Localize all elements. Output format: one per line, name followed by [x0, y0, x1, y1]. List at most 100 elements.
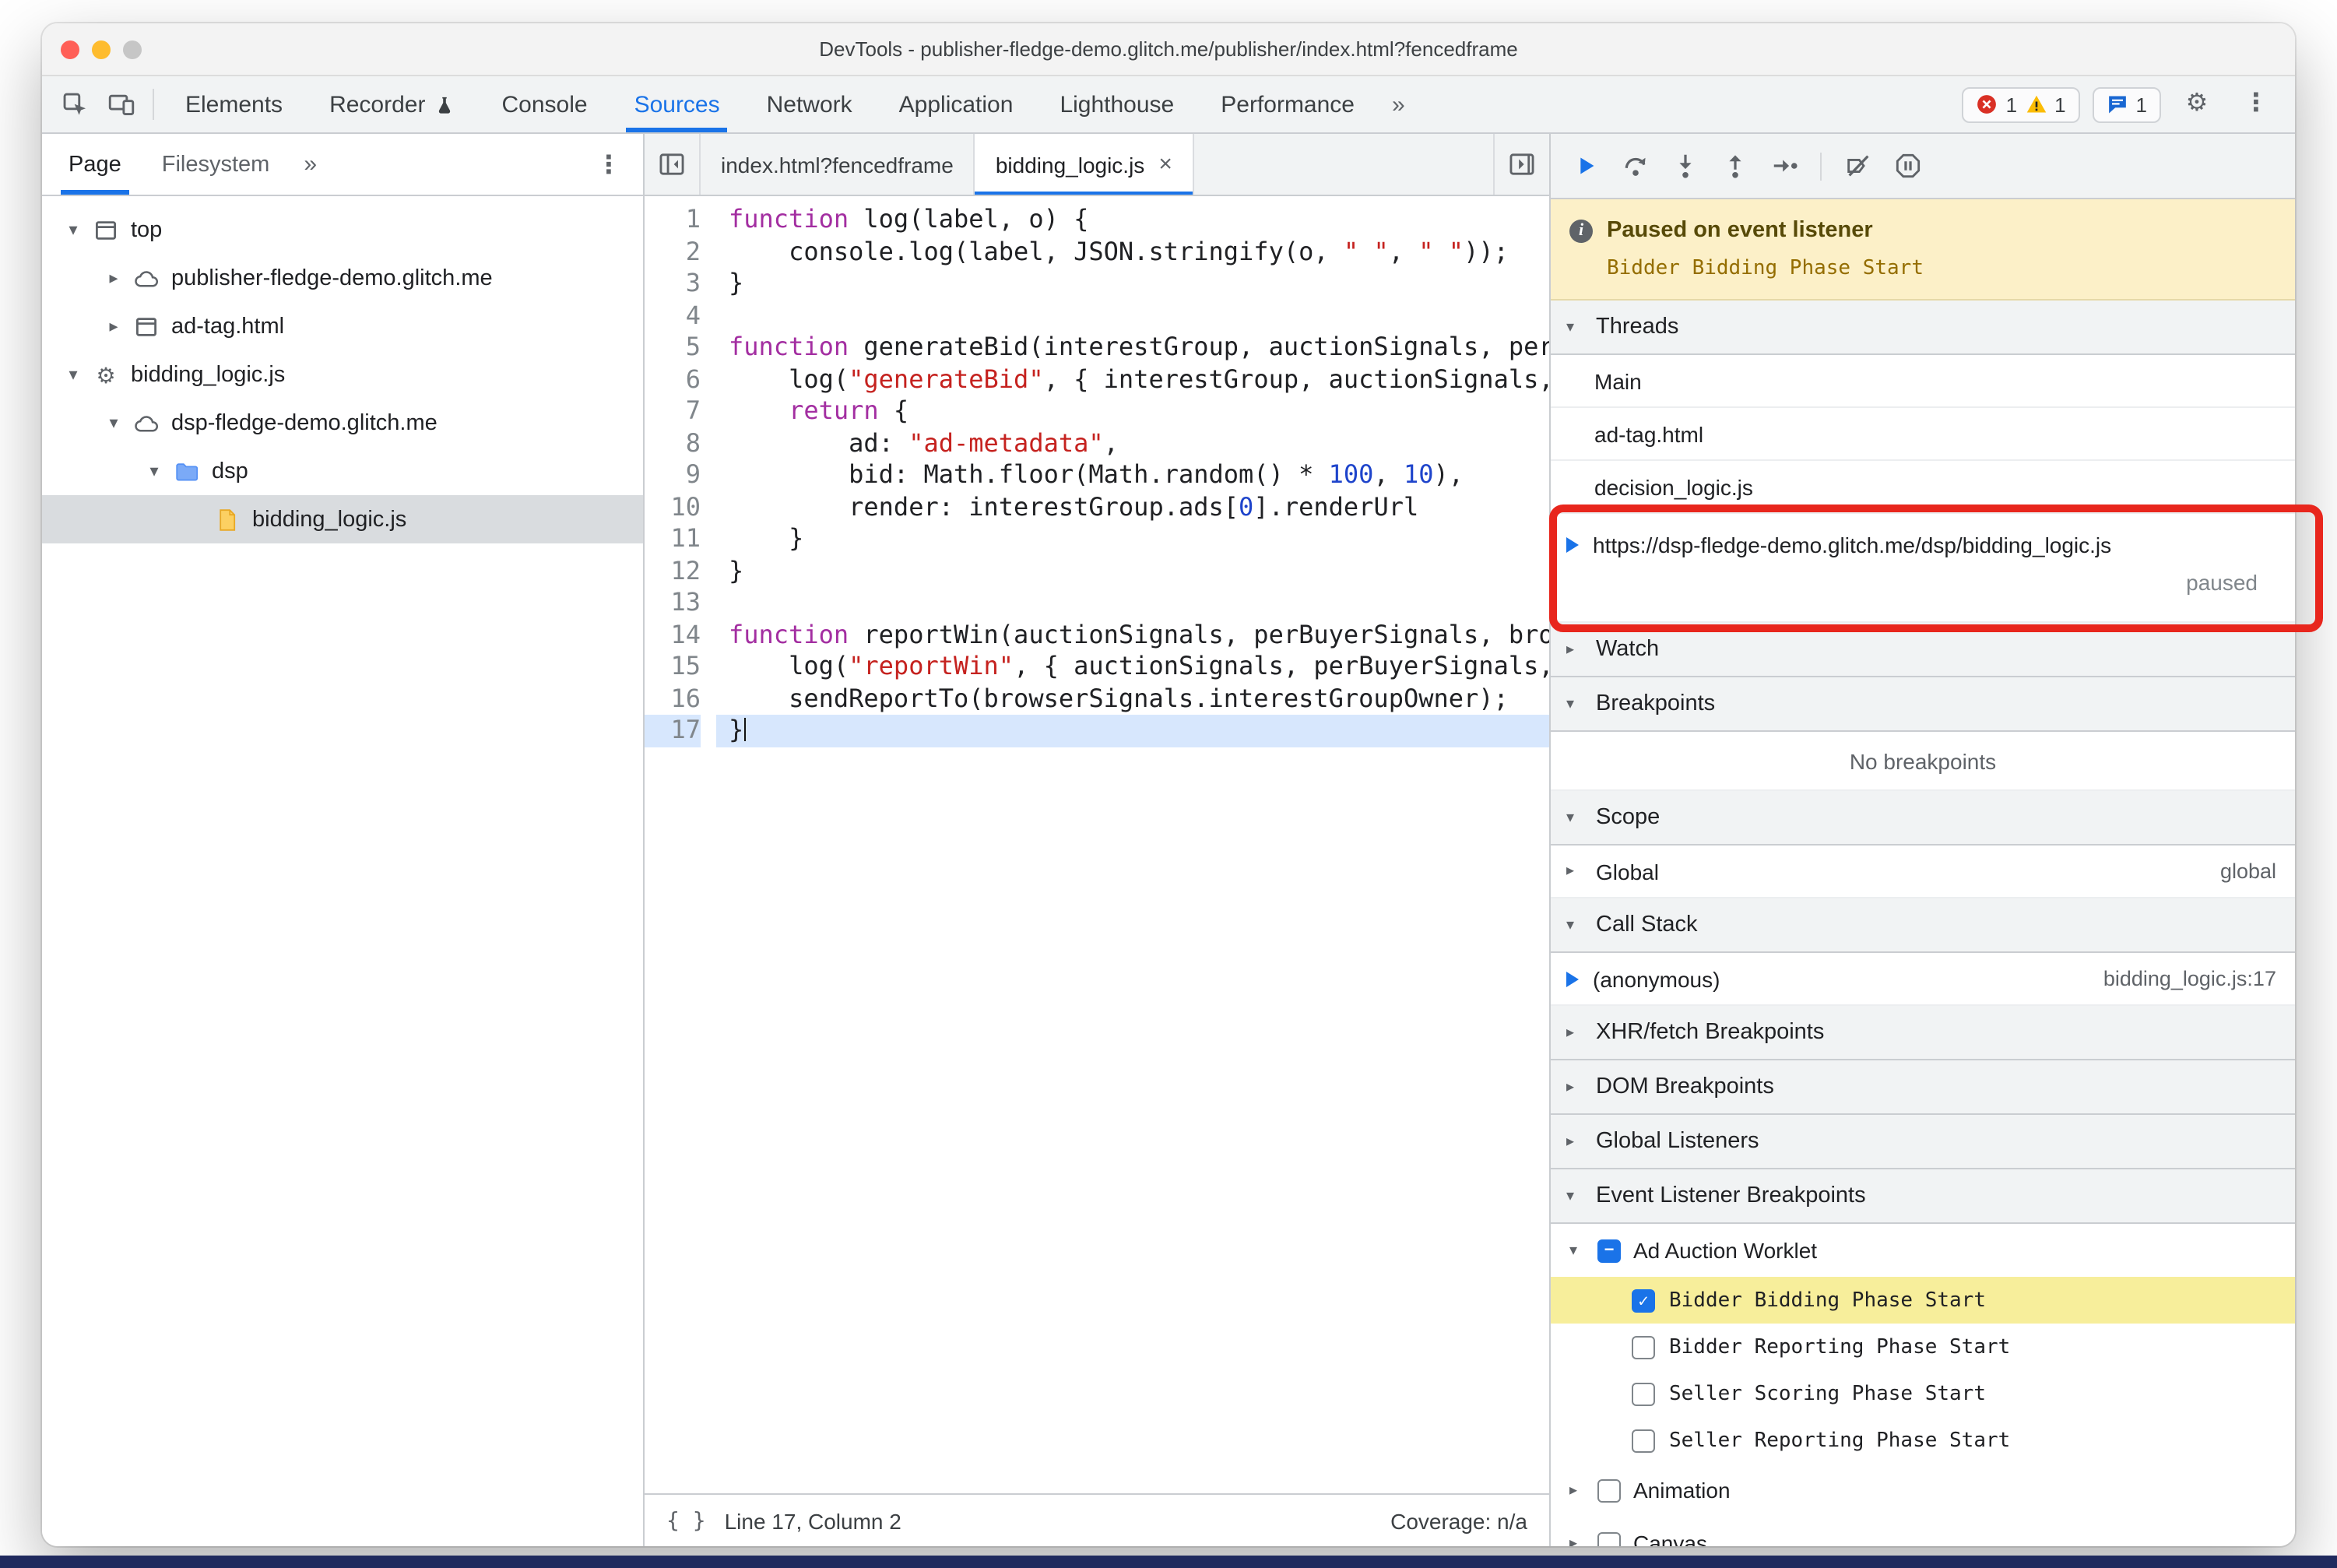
- event-group-ad-auction-worklet[interactable]: ▾ − Ad Auction Worklet: [1551, 1224, 2295, 1277]
- minimize-window-button[interactable]: [92, 40, 111, 58]
- section-header-global-listeners[interactable]: ▸ Global Listeners: [1551, 1115, 2295, 1169]
- code-line-15[interactable]: log("reportWin", { auctionSignals, perBu…: [716, 651, 1549, 683]
- tab-network[interactable]: Network: [743, 76, 876, 132]
- gutter-line-13[interactable]: 13: [645, 587, 701, 619]
- zoom-window-button[interactable]: [123, 40, 142, 58]
- code-line-9[interactable]: bid: Math.floor(Math.random() * 100, 10)…: [716, 459, 1549, 491]
- gutter-line-2[interactable]: 2: [645, 236, 701, 268]
- checkbox-unchecked[interactable]: [1597, 1531, 1621, 1546]
- tab-performance[interactable]: Performance: [1197, 76, 1378, 132]
- more-panels-icon[interactable]: »: [1378, 76, 1419, 132]
- checkbox-checked[interactable]: ✓: [1632, 1289, 1655, 1312]
- disclosure-expanded-icon[interactable]: ▾: [101, 413, 126, 433]
- gutter-line-17[interactable]: 17: [645, 715, 701, 747]
- tab-sources[interactable]: Sources: [611, 76, 743, 132]
- code-line-11[interactable]: }: [716, 523, 1549, 555]
- issues-button[interactable]: 1: [2092, 86, 2161, 122]
- tab-console[interactable]: Console: [478, 76, 610, 132]
- pause-on-exceptions-icon[interactable]: [1885, 144, 1929, 188]
- thread-item-ad-tag-html[interactable]: ad-tag.html: [1551, 408, 2295, 461]
- resume-icon[interactable]: [1563, 144, 1607, 188]
- gutter-line-1[interactable]: 1: [645, 204, 701, 236]
- navigator-tab-page[interactable]: Page: [48, 134, 142, 195]
- gutter-line-5[interactable]: 5: [645, 332, 701, 364]
- code-line-10[interactable]: render: interestGroup.ads[0].renderUrl: [716, 491, 1549, 523]
- section-header-xhr-fetch-breakpoints[interactable]: ▸ XHR/fetch Breakpoints: [1551, 1006, 2295, 1060]
- checkbox-unchecked[interactable]: [1632, 1429, 1655, 1452]
- step-over-icon[interactable]: [1613, 144, 1657, 188]
- section-header-scope[interactable]: ▾ Scope: [1551, 791, 2295, 846]
- open-editor-pane-icon[interactable]: [1493, 134, 1549, 195]
- event-breakpoint-bidder-reporting-phase-start[interactable]: Bidder Reporting Phase Start: [1551, 1324, 2295, 1370]
- code-line-4[interactable]: [716, 300, 1549, 332]
- editor-tab-index-html-fencedframe[interactable]: index.html?fencedframe: [701, 134, 975, 195]
- tree-item-bidding-logic-js[interactable]: bidding_logic.js: [42, 495, 643, 543]
- code-line-2[interactable]: console.log(label, JSON.stringify(o, " "…: [716, 236, 1549, 268]
- tree-item-bidding-logic-js[interactable]: ▾ ⚙ bidding_logic.js: [42, 350, 643, 399]
- code-line-16[interactable]: sendReportTo(browserSignals.interestGrou…: [716, 683, 1549, 715]
- code-line-12[interactable]: }: [716, 555, 1549, 587]
- section-header-watch[interactable]: ▸ Watch: [1551, 623, 2295, 677]
- editor-tab-bidding-logic-js[interactable]: bidding_logic.js ×: [975, 134, 1194, 195]
- tree-item-dsp-fledge-demo-glitch-me[interactable]: ▾ dsp-fledge-demo.glitch.me: [42, 399, 643, 447]
- more-navigator-tabs-icon[interactable]: »: [290, 134, 331, 195]
- section-header-call-stack[interactable]: ▾ Call Stack: [1551, 898, 2295, 953]
- settings-gear-icon[interactable]: ⚙: [2174, 91, 2220, 117]
- deactivate-breakpoints-icon[interactable]: [1836, 144, 1879, 188]
- event-group-canvas[interactable]: ▸ Canvas: [1551, 1517, 2295, 1546]
- disclosure-expanded-icon[interactable]: ▾: [1569, 1242, 1585, 1259]
- device-toolbar-icon[interactable]: [98, 76, 145, 132]
- gutter-line-16[interactable]: 16: [645, 683, 701, 715]
- close-tab-icon[interactable]: ×: [1158, 151, 1172, 178]
- step-into-icon[interactable]: [1663, 144, 1706, 188]
- gutter-line-14[interactable]: 14: [645, 619, 701, 651]
- tree-item-ad-tag-html[interactable]: ▸ ad-tag.html: [42, 302, 643, 350]
- scope-item-global[interactable]: ▸ Global global: [1551, 846, 2295, 898]
- gutter-line-4[interactable]: 4: [645, 300, 701, 332]
- navigator-kebab-icon[interactable]: ⋮: [581, 134, 637, 195]
- code-editor[interactable]: 1 2 3 4 5 6 7 8 9 10 11 12 13 14 15 16 17 function log(l…: [645, 196, 1549, 1493]
- code-line-1[interactable]: function log(label, o) {: [716, 204, 1549, 236]
- thread-item-active[interactable]: https://dsp-fledge-demo.glitch.me/dsp/bi…: [1551, 514, 2295, 623]
- section-header-breakpoints[interactable]: ▾ Breakpoints: [1551, 677, 2295, 732]
- code-line-7[interactable]: return {: [716, 396, 1549, 427]
- close-window-button[interactable]: [61, 40, 79, 58]
- kebab-menu-icon[interactable]: ⋮: [2233, 91, 2279, 117]
- call-stack-frame[interactable]: (anonymous) bidding_logic.js:17: [1551, 953, 2295, 1006]
- code-line-3[interactable]: }: [716, 268, 1549, 300]
- inspect-icon[interactable]: [51, 76, 98, 132]
- navigator-tab-filesystem[interactable]: Filesystem: [142, 134, 290, 195]
- section-header-threads[interactable]: ▾ Threads: [1551, 301, 2295, 355]
- disclosure-collapsed-icon[interactable]: ▸: [101, 268, 126, 288]
- pretty-print-icon[interactable]: { }: [666, 1508, 706, 1533]
- gutter-line-11[interactable]: 11: [645, 523, 701, 555]
- gutter-line-12[interactable]: 12: [645, 555, 701, 587]
- gutter-line-3[interactable]: 3: [645, 268, 701, 300]
- checkbox-indeterminate[interactable]: −: [1597, 1239, 1621, 1262]
- gutter-line-10[interactable]: 10: [645, 491, 701, 523]
- code-line-8[interactable]: ad: "ad-metadata",: [716, 427, 1549, 459]
- tab-application[interactable]: Application: [876, 76, 1037, 132]
- gutter-line-8[interactable]: 8: [645, 427, 701, 459]
- code-line-17[interactable]: }: [716, 715, 1549, 747]
- tree-item-publisher-fledge-demo-glitch-me[interactable]: ▸ publisher-fledge-demo.glitch.me: [42, 254, 643, 302]
- disclosure-collapsed-icon[interactable]: ▸: [1569, 1482, 1585, 1499]
- code-line-5[interactable]: function generateBid(interestGroup, auct…: [716, 332, 1549, 364]
- event-breakpoint-seller-scoring-phase-start[interactable]: Seller Scoring Phase Start: [1551, 1370, 2295, 1417]
- code-line-6[interactable]: log("generateBid", { interestGroup, auct…: [716, 364, 1549, 396]
- gutter-line-6[interactable]: 6: [645, 364, 701, 396]
- thread-item-decision-logic-js[interactable]: decision_logic.js: [1551, 461, 2295, 514]
- step-icon[interactable]: [1762, 144, 1806, 188]
- checkbox-unchecked[interactable]: [1597, 1478, 1621, 1502]
- disclosure-collapsed-icon[interactable]: ▸: [1569, 1535, 1585, 1546]
- checkbox-unchecked[interactable]: [1632, 1335, 1655, 1359]
- tree-item-top[interactable]: ▾ top: [42, 206, 643, 254]
- thread-item-main[interactable]: Main: [1551, 355, 2295, 408]
- code-lines[interactable]: function log(label, o) { console.log(lab…: [716, 204, 1549, 1493]
- code-line-14[interactable]: function reportWin(auctionSignals, perBu…: [716, 619, 1549, 651]
- section-header-dom-breakpoints[interactable]: ▸ DOM Breakpoints: [1551, 1060, 2295, 1115]
- line-number-gutter[interactable]: 1 2 3 4 5 6 7 8 9 10 11 12 13 14 15 16 17: [645, 204, 716, 1493]
- gutter-line-15[interactable]: 15: [645, 651, 701, 683]
- checkbox-unchecked[interactable]: [1632, 1382, 1655, 1405]
- disclosure-expanded-icon[interactable]: ▾: [61, 220, 86, 240]
